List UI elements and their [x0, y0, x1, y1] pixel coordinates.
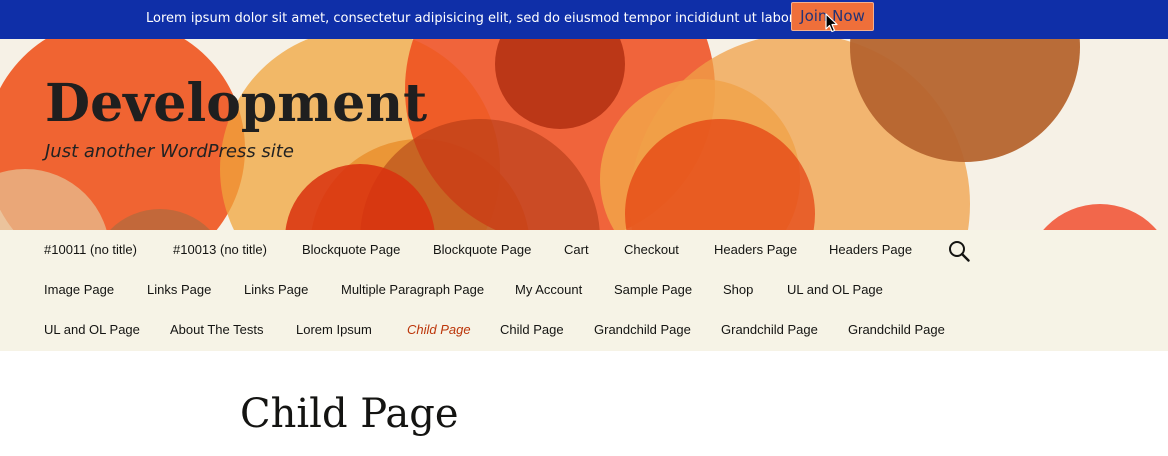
nav-item[interactable]: Image Page: [44, 270, 114, 310]
nav-item[interactable]: UL and OL Page: [787, 270, 883, 310]
site-header: Development Just another WordPress site: [0, 39, 1168, 230]
nav-item[interactable]: Sample Page: [614, 270, 692, 310]
site-description: Just another WordPress site: [45, 141, 294, 162]
nav-item[interactable]: Lorem Ipsum: [296, 310, 372, 350]
nav-item[interactable]: #10013 (no title): [173, 230, 267, 270]
nav-item[interactable]: Links Page: [244, 270, 308, 310]
nav-item[interactable]: Shop: [723, 270, 753, 310]
nav-item[interactable]: Checkout: [624, 230, 679, 270]
nav-item-current[interactable]: Child Page: [407, 310, 471, 350]
nav-item[interactable]: About The Tests: [170, 310, 263, 350]
nav-item[interactable]: Blockquote Page: [302, 230, 400, 270]
notice-bar: Lorem ipsum dolor sit amet, consectetur …: [0, 0, 1168, 39]
search-icon[interactable]: [947, 239, 971, 263]
nav-item[interactable]: Headers Page: [829, 230, 912, 270]
nav-item[interactable]: #10011 (no title): [44, 230, 137, 270]
nav-item[interactable]: Child Page: [500, 310, 564, 350]
notice-text: Lorem ipsum dolor sit amet, consectetur …: [146, 11, 820, 26]
nav-item[interactable]: UL and OL Page: [44, 310, 140, 350]
nav-item[interactable]: Grandchild Page: [721, 310, 818, 350]
header-image: [0, 39, 1157, 230]
nav-item[interactable]: Links Page: [147, 270, 211, 310]
site-title[interactable]: Development: [45, 74, 427, 134]
nav-item[interactable]: Headers Page: [714, 230, 797, 270]
main-navigation: #10011 (no title) #10013 (no title) Bloc…: [0, 230, 1168, 351]
nav-item[interactable]: Grandchild Page: [594, 310, 691, 350]
mouse-cursor-icon: [825, 13, 838, 33]
nav-item[interactable]: Blockquote Page: [433, 230, 531, 270]
nav-item[interactable]: Multiple Paragraph Page: [341, 270, 484, 310]
nav-item[interactable]: Grandchild Page: [848, 310, 945, 350]
nav-item[interactable]: Cart: [564, 230, 589, 270]
page-title: Child Page: [240, 391, 459, 437]
nav-item[interactable]: My Account: [515, 270, 582, 310]
